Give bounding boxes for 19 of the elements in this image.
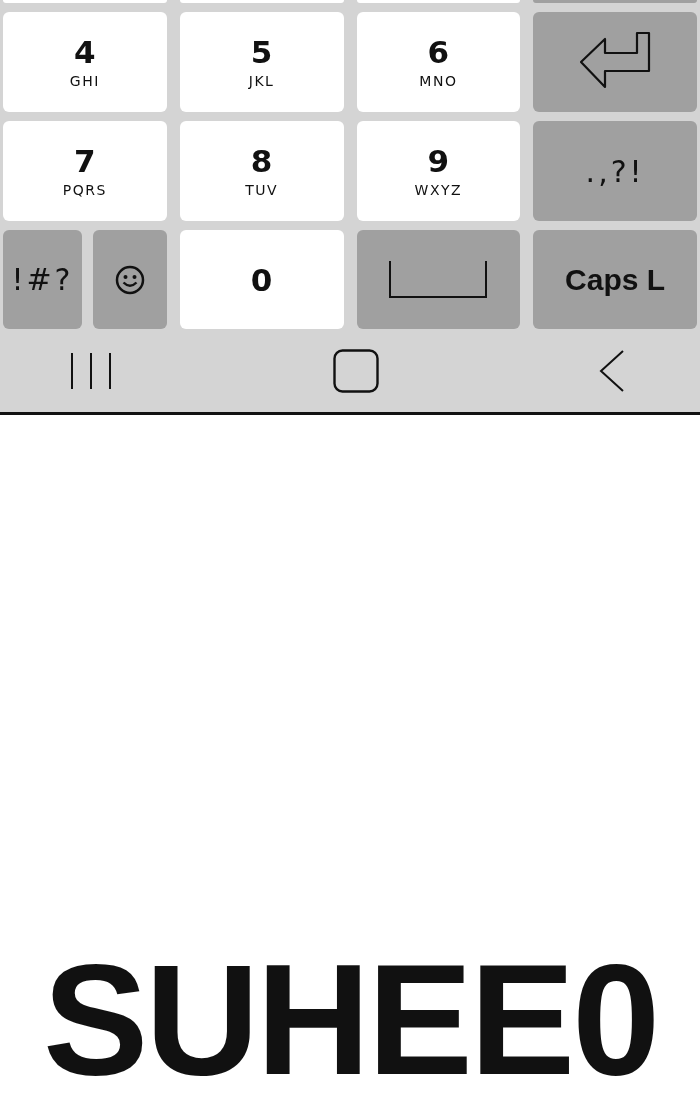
key[interactable]: Caps L — [533, 230, 697, 329]
key[interactable]: !#? — [3, 230, 82, 329]
key[interactable]: 9 WXYZ — [356, 121, 521, 221]
logo-text: SUHEE0 — [42, 940, 658, 1098]
key[interactable]: 7 PQRS — [3, 121, 167, 221]
key[interactable]: 6 MNO — [356, 12, 521, 112]
recents-icon[interactable] — [70, 350, 112, 391]
key[interactable]: 5 JKL — [179, 12, 344, 112]
key[interactable] — [92, 230, 167, 329]
back-icon[interactable] — [599, 349, 625, 392]
space-icon — [389, 260, 488, 299]
smiley-icon — [114, 264, 145, 295]
key[interactable] — [533, 12, 697, 112]
home-icon[interactable] — [332, 348, 379, 393]
key[interactable]: 0 — [179, 230, 344, 329]
key[interactable]: .,?! — [533, 121, 697, 221]
key[interactable] — [356, 230, 521, 329]
key[interactable]: 8 TUV — [179, 121, 344, 221]
key[interactable]: 4 GHI — [3, 12, 167, 112]
